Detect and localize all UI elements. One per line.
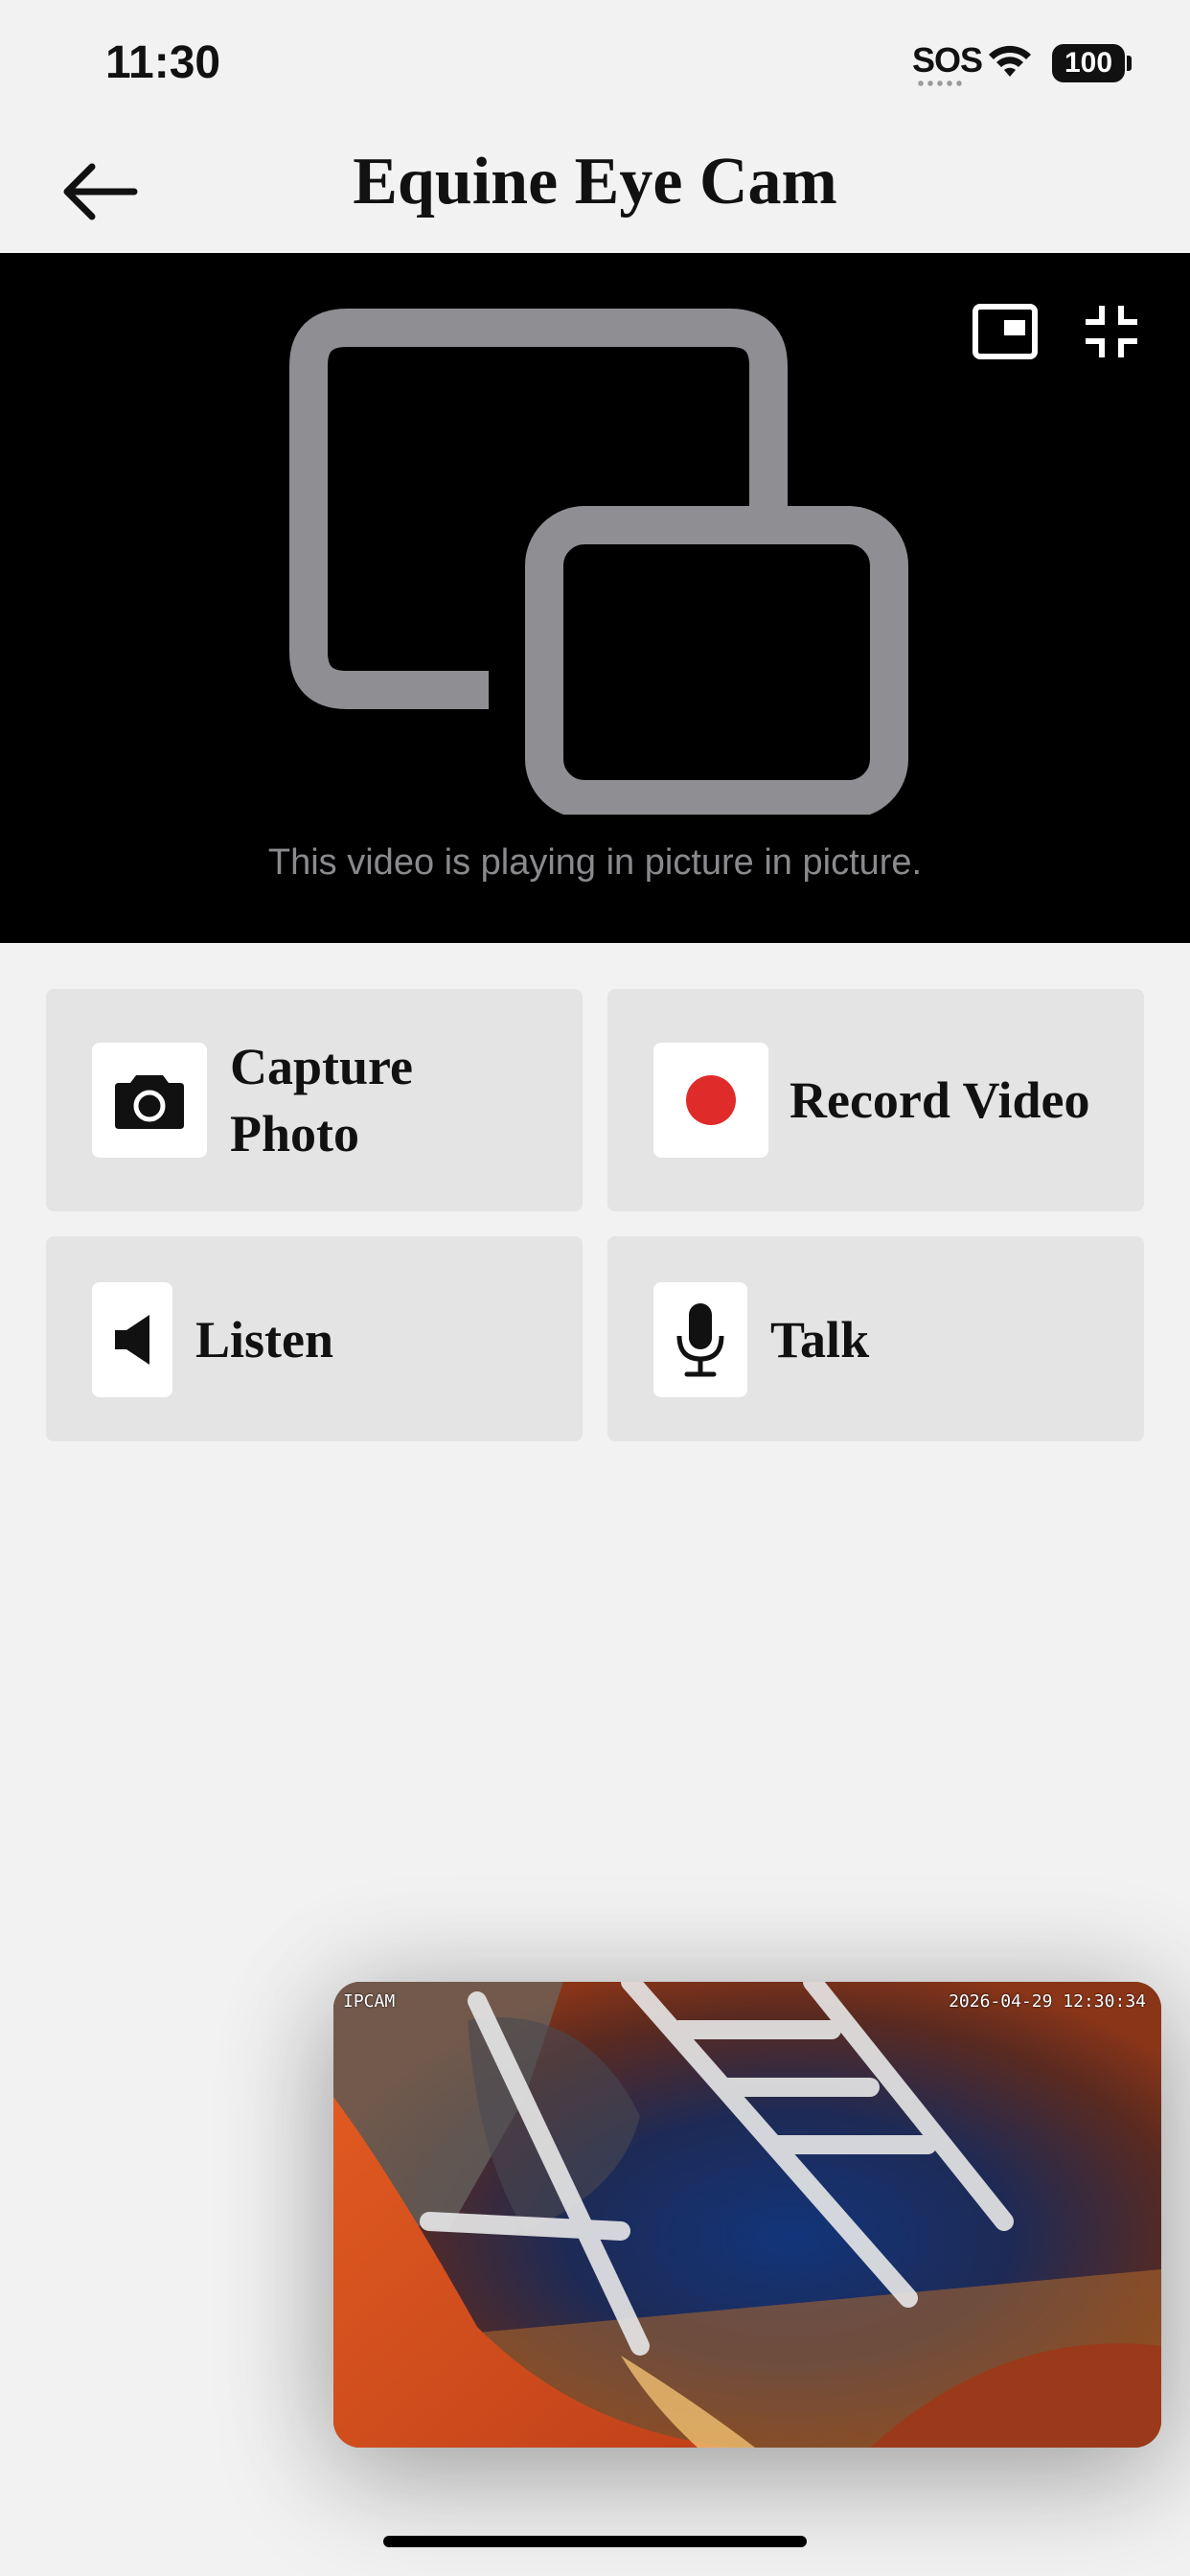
- microphone-icon: [676, 1303, 724, 1377]
- talk-icon-box: [653, 1282, 747, 1397]
- pip-toggle-button[interactable]: [972, 303, 1039, 360]
- capture-photo-label: Capture Photo: [230, 1033, 413, 1167]
- battery-indicator: 100: [1052, 44, 1125, 82]
- wifi-icon: [989, 45, 1031, 77]
- exit-fullscreen-button[interactable]: [1083, 303, 1140, 360]
- pip-icon: [973, 304, 1038, 359]
- capture-photo-label-line1: Capture: [230, 1038, 414, 1095]
- pip-message: This video is playing in picture in pict…: [267, 842, 923, 883]
- talk-button[interactable]: Talk: [607, 1236, 1144, 1441]
- listen-label: Listen: [195, 1311, 334, 1368]
- record-video-label: Record Video: [790, 1071, 1090, 1129]
- pip-video-window[interactable]: IPCAM 2026-04-29 12:30:34: [333, 1982, 1161, 2448]
- video-player[interactable]: This video is playing in picture in pict…: [0, 253, 1190, 943]
- collapse-icon: [1086, 306, 1137, 357]
- status-time: 11:30: [105, 37, 221, 88]
- capture-photo-label-line2: Photo: [230, 1105, 359, 1162]
- status-sos: SOS: [912, 40, 983, 80]
- talk-label: Talk: [770, 1311, 870, 1368]
- record-video-icon-box: [653, 1043, 768, 1158]
- capture-photo-icon-box: [92, 1043, 207, 1158]
- battery-cap: [1127, 56, 1132, 71]
- listen-icon-box: [92, 1282, 172, 1397]
- camera-timestamp: 2026-04-29 12:30:34: [949, 1991, 1146, 2012]
- header: Equine Eye Cam: [0, 125, 1190, 253]
- status-bar: 11:30 SOS 100: [0, 0, 1190, 125]
- page-title: Equine Eye Cam: [353, 145, 837, 218]
- camera-feed-image: [333, 1982, 1161, 2448]
- sos-signal-dots: [916, 80, 966, 86]
- record-dot-icon: [686, 1075, 736, 1125]
- camera-icon: [115, 1075, 184, 1129]
- picture-in-picture-icon: [289, 309, 908, 815]
- listen-button[interactable]: Listen: [46, 1236, 583, 1441]
- speaker-icon: [115, 1315, 149, 1365]
- record-video-button[interactable]: Record Video: [607, 989, 1144, 1211]
- home-indicator[interactable]: [383, 2536, 807, 2547]
- camera-label: IPCAM: [343, 1991, 396, 2012]
- capture-photo-button[interactable]: Capture Photo: [46, 989, 583, 1211]
